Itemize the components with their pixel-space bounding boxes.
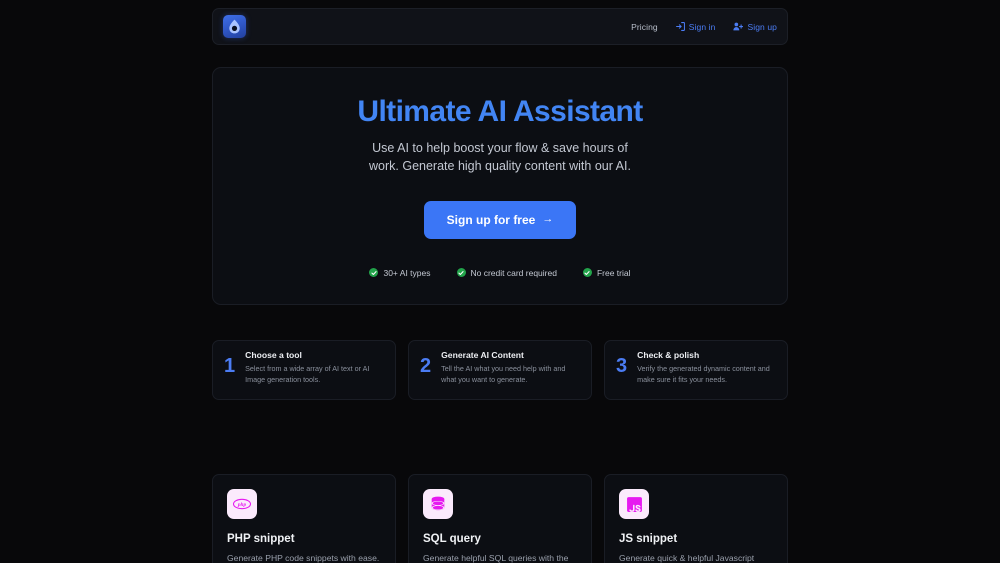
check-circle-icon xyxy=(583,268,592,277)
php-elephant-icon: php xyxy=(227,489,257,519)
steps-section: 1 Choose a tool Select from a wide array… xyxy=(212,340,788,400)
step-description: Select from a wide array of AI text or A… xyxy=(245,363,384,385)
step-number: 3 xyxy=(616,356,627,376)
user-plus-icon xyxy=(733,22,743,31)
hero-badges: 30+ AI types No credit card required Fre… xyxy=(213,268,787,278)
badge-free-trial: Free trial xyxy=(583,268,631,278)
nav-link-sign-in[interactable]: Sign in xyxy=(676,22,716,32)
nav-link-sign-in-label: Sign in xyxy=(689,22,716,32)
tool-description: Generate PHP code snippets with ease. xyxy=(227,552,381,563)
navbar: Pricing Sign in xyxy=(212,8,788,45)
step-title: Choose a tool xyxy=(245,350,384,360)
tools-section: php PHP snippet Generate PHP code snippe… xyxy=(212,474,788,563)
tool-card-php-snippet[interactable]: php PHP snippet Generate PHP code snippe… xyxy=(212,474,396,563)
badge-label: No credit card required xyxy=(471,268,557,278)
nav-links: Pricing Sign in xyxy=(631,22,777,32)
step-card-1: 1 Choose a tool Select from a wide array… xyxy=(212,340,396,400)
step-body: Choose a tool Select from a wide array o… xyxy=(245,350,384,385)
cta-wrapper: Sign up for free → xyxy=(213,201,787,239)
hero-subtitle-line1: Use AI to help boost your flow & save ho… xyxy=(372,141,628,155)
badge-label: 30+ AI types xyxy=(383,268,430,278)
step-body: Check & polish Verify the generated dyna… xyxy=(637,350,776,385)
tool-description: Generate quick & helpful Javascript code… xyxy=(619,552,773,563)
step-title: Check & polish xyxy=(637,350,776,360)
hero-subtitle-line2: work. Generate high quality content with… xyxy=(369,159,631,173)
cta-label: Sign up for free xyxy=(447,213,536,227)
hero-section: Ultimate AI Assistant Use AI to help boo… xyxy=(212,67,788,305)
sign-up-for-free-button[interactable]: Sign up for free → xyxy=(424,201,576,239)
tool-title: JS snippet xyxy=(619,533,773,545)
tool-description: Generate helpful SQL queries with the he… xyxy=(423,552,577,563)
nav-link-pricing[interactable]: Pricing xyxy=(631,22,658,32)
check-circle-icon xyxy=(457,268,466,277)
check-circle-icon xyxy=(369,268,378,277)
database-icon xyxy=(423,489,453,519)
landing-page: Pricing Sign in xyxy=(0,0,1000,563)
droplet-logo-icon[interactable] xyxy=(223,15,246,38)
step-body: Generate AI Content Tell the AI what you… xyxy=(441,350,580,385)
badge-label: Free trial xyxy=(597,268,631,278)
tool-card-js-snippet[interactable]: JS snippet Generate quick & helpful Java… xyxy=(604,474,788,563)
page-title: Ultimate AI Assistant xyxy=(213,95,787,128)
step-description: Verify the generated dynamic content and… xyxy=(637,363,776,385)
javascript-icon xyxy=(619,489,649,519)
step-description: Tell the AI what you need help with and … xyxy=(441,363,580,385)
step-card-3: 3 Check & polish Verify the generated dy… xyxy=(604,340,788,400)
tool-card-sql-query[interactable]: SQL query Generate helpful SQL queries w… xyxy=(408,474,592,563)
tool-title: SQL query xyxy=(423,533,577,545)
sign-in-icon xyxy=(676,22,685,31)
nav-link-sign-up-label: Sign up xyxy=(747,22,777,32)
badge-no-credit-card: No credit card required xyxy=(457,268,557,278)
step-title: Generate AI Content xyxy=(441,350,580,360)
step-number: 2 xyxy=(420,356,431,376)
arrow-right-icon: → xyxy=(542,214,553,225)
hero-subtitle: Use AI to help boost your flow & save ho… xyxy=(213,140,787,176)
badge-ai-types: 30+ AI types xyxy=(369,268,430,278)
nav-link-sign-up[interactable]: Sign up xyxy=(733,22,777,32)
tool-title: PHP snippet xyxy=(227,533,381,545)
step-card-2: 2 Generate AI Content Tell the AI what y… xyxy=(408,340,592,400)
step-number: 1 xyxy=(224,356,235,376)
svg-text:php: php xyxy=(237,502,247,508)
